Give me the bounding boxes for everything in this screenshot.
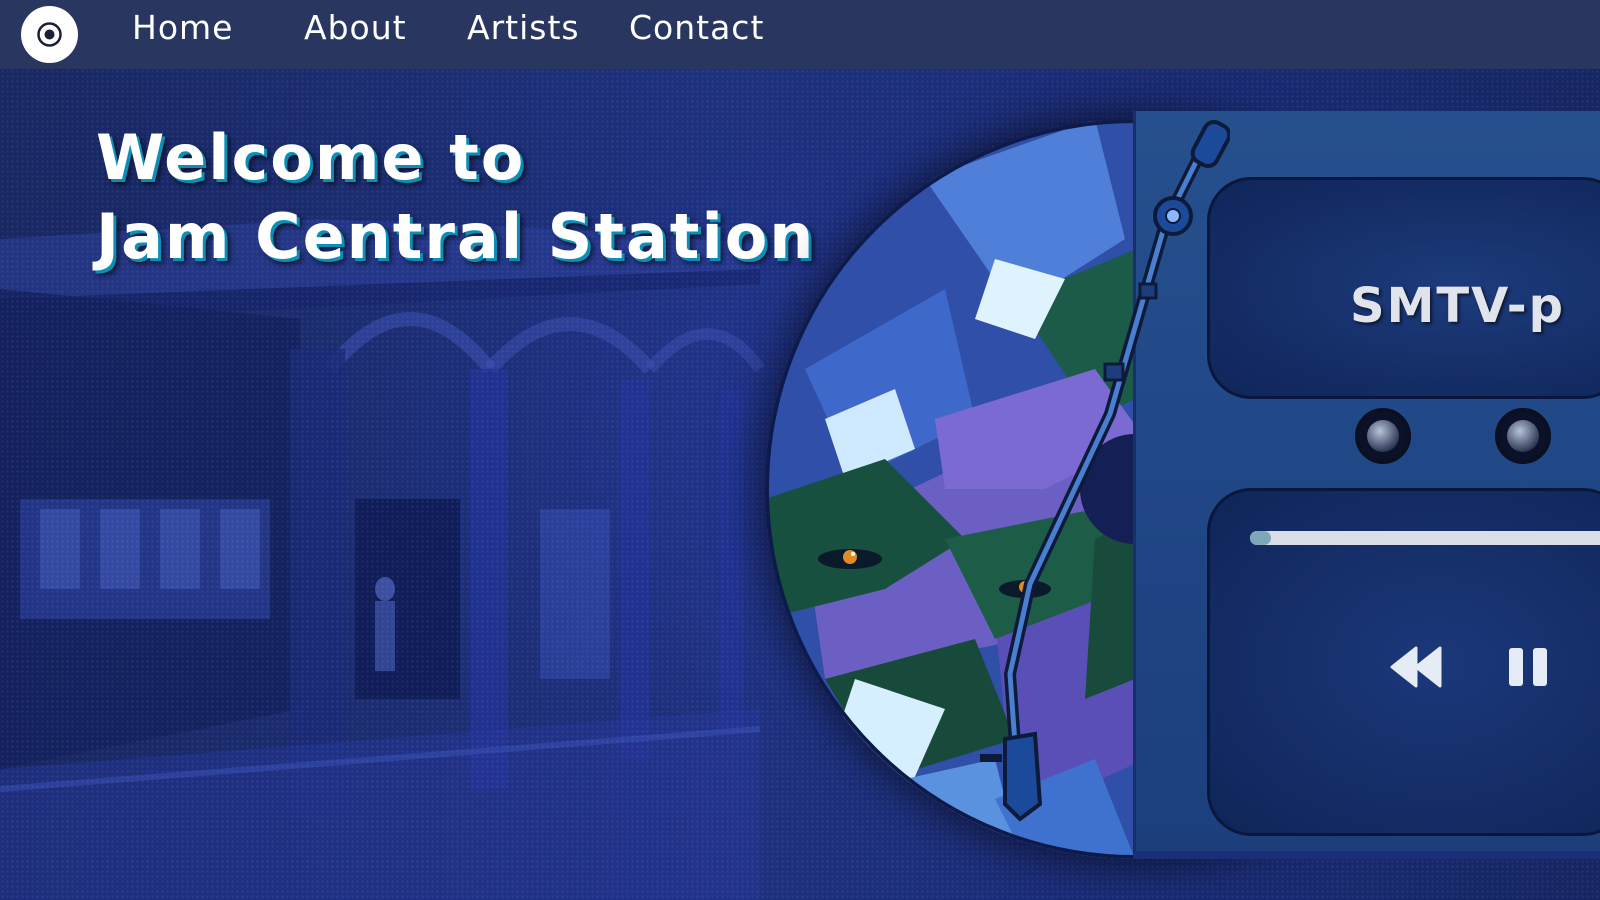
hero-section: Welcome to Jam Central Station SMTV-p [0,69,1600,900]
vinyl-record-icon[interactable] [21,6,78,63]
playback-controls-screen [1207,488,1600,836]
nav-link-home[interactable]: Home [132,8,233,47]
track-display-screen: SMTV-p [1207,177,1600,399]
progress-bar[interactable] [1250,531,1600,545]
left-knob[interactable] [1355,408,1411,464]
nav-link-about[interactable]: About [304,8,407,47]
hero-title-line-2: Jam Central Station [96,200,816,273]
rewind-icon[interactable] [1390,646,1442,688]
hero-title-line-1: Welcome to [96,121,526,194]
pause-icon[interactable] [1507,646,1551,688]
top-navigation-bar: Home About Artists Contact [0,0,1600,69]
nav-link-artists[interactable]: Artists [467,8,580,47]
turntable-tonearm[interactable] [960,114,1230,824]
progress-bar-fill [1250,531,1271,545]
nav-link-contact[interactable]: Contact [629,8,764,47]
track-title: SMTV-p [1350,278,1566,334]
right-knob[interactable] [1495,408,1551,464]
